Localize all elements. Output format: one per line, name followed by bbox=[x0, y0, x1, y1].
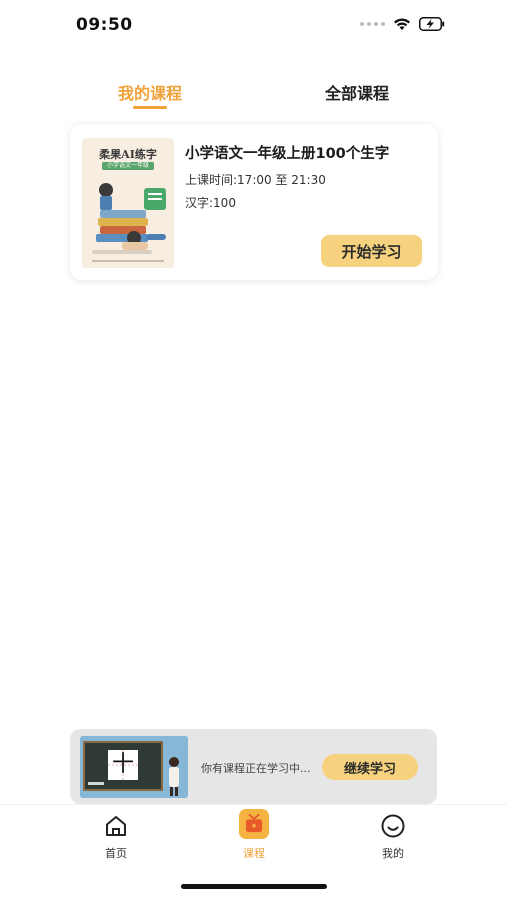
learning-in-progress-text: 你有课程正在学习中... bbox=[201, 762, 311, 775]
active-tab-indicator bbox=[133, 106, 167, 109]
lesson-video-thumbnail[interactable]: 十 bbox=[80, 736, 188, 798]
course-cover-image: 柔果AI练字 小学语文一年级 bbox=[82, 138, 174, 268]
course-tabs: 我的课程 全部课程 bbox=[0, 74, 507, 114]
start-learning-button[interactable]: 开始学习 bbox=[321, 235, 422, 267]
nav-label-course: 课程 bbox=[243, 847, 265, 860]
continue-learning-button[interactable]: 继续学习 bbox=[322, 754, 418, 780]
lesson-character: 十 bbox=[111, 752, 134, 777]
nav-label-home: 首页 bbox=[105, 847, 127, 860]
tab-all-courses[interactable]: 全部课程 bbox=[325, 80, 389, 104]
nav-label-mine: 我的 bbox=[382, 847, 404, 860]
cover-illustration bbox=[92, 183, 166, 262]
course-schedule: 上课时间:17:00 至 21:30 bbox=[185, 173, 326, 187]
continue-learning-banner[interactable]: 十 你有课程正在学习中... 继续学习 bbox=[70, 729, 437, 804]
nav-item-home[interactable]: 首页 bbox=[86, 813, 146, 861]
wifi-icon bbox=[394, 18, 410, 30]
battery-charging-icon bbox=[419, 17, 445, 31]
nav-item-mine[interactable]: 我的 bbox=[363, 813, 423, 861]
status-bar: 09:50 bbox=[0, 0, 507, 50]
course-title: 小学语文一年级上册100个生字 bbox=[185, 146, 390, 162]
tab-my-courses[interactable]: 我的课程 bbox=[118, 80, 182, 104]
status-icons bbox=[360, 17, 445, 31]
course-tv-icon bbox=[239, 809, 269, 839]
course-character-count: 汉字:100 bbox=[185, 196, 236, 210]
home-indicator bbox=[181, 884, 327, 889]
nav-item-course[interactable]: 课程 bbox=[224, 809, 284, 861]
home-icon bbox=[106, 816, 126, 836]
status-time: 09:50 bbox=[76, 15, 133, 35]
course-card[interactable]: 柔果AI练字 小学语文一年级 小学语文一年级上册100个生字 上课时间:17:0… bbox=[70, 124, 438, 280]
signal-icon bbox=[360, 22, 385, 26]
smile-icon bbox=[381, 814, 405, 838]
